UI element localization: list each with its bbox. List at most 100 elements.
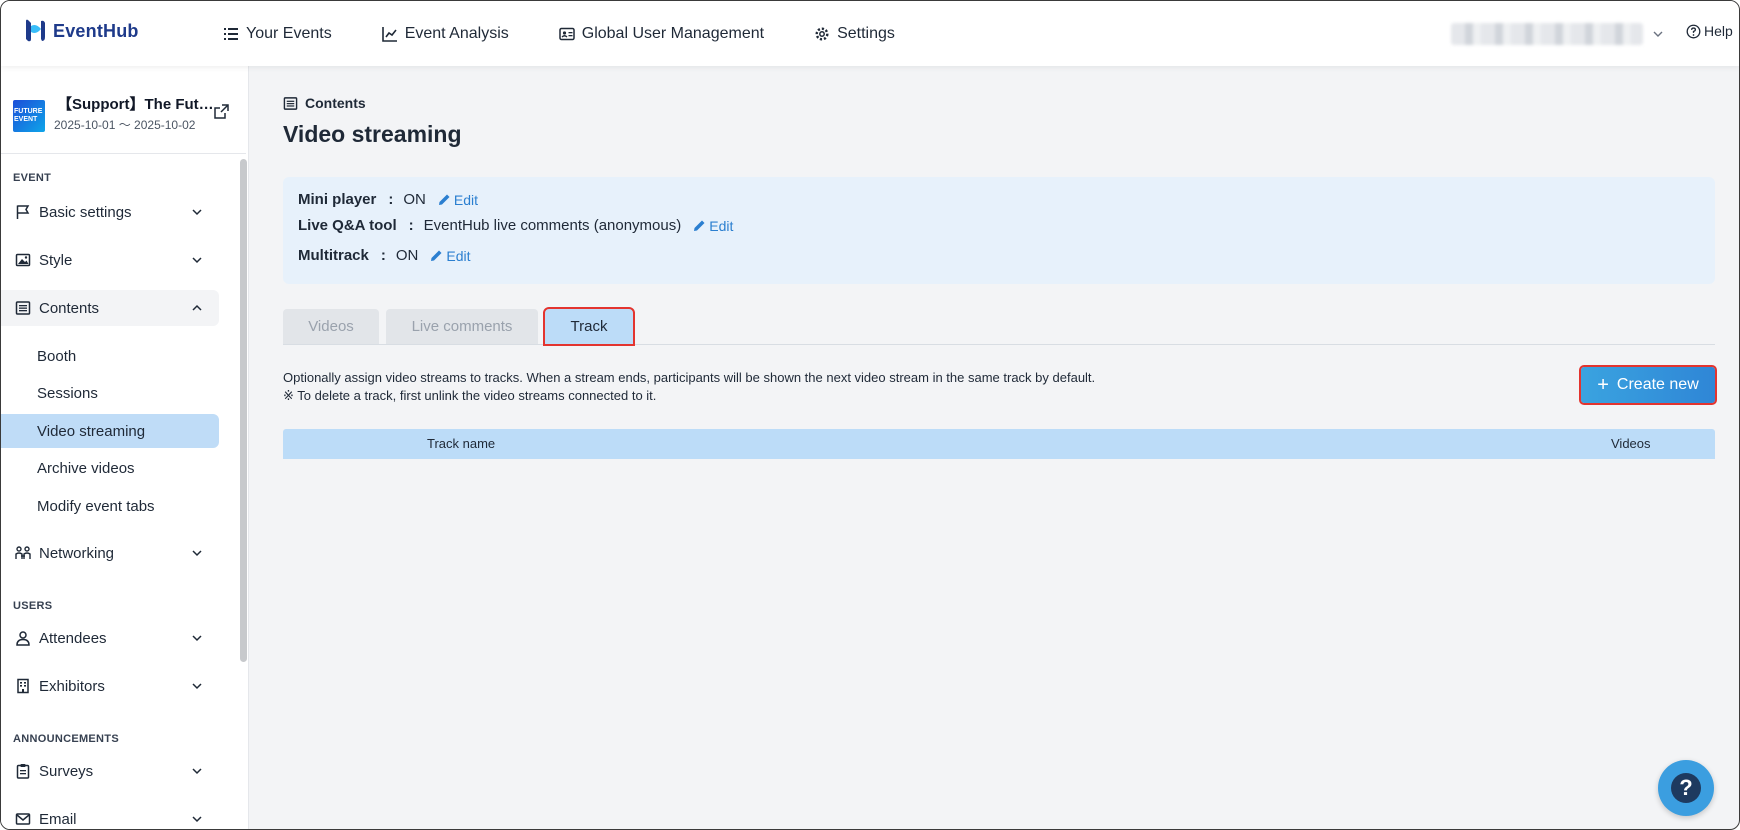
- column-header-track-name[interactable]: Track name: [427, 436, 495, 451]
- sidebar-subitem-sessions[interactable]: Sessions: [1, 376, 219, 410]
- setting-live-qa-tool: Live Q&A tool : EventHub live comments (…: [298, 217, 733, 234]
- sidebar-item-label: Exhibitors: [39, 677, 105, 695]
- pencil-icon: [438, 194, 450, 205]
- setting-mini-player: Mini player : ON Edit: [298, 191, 478, 208]
- sidebar-item-label: Attendees: [39, 629, 107, 647]
- sidebar-item-label: Contents: [39, 299, 100, 317]
- nav-settings[interactable]: Settings: [814, 25, 895, 43]
- sidebar-item-networking[interactable]: Networking: [1, 535, 219, 571]
- create-new-label: Create new: [1616, 376, 1699, 393]
- user-menu-blurred[interactable]: [1451, 23, 1643, 45]
- help-label: Help: [1704, 23, 1733, 39]
- networking-icon: [15, 546, 31, 559]
- sidebar-item-label: Email: [39, 810, 77, 828]
- sidebar-item-style[interactable]: Style: [1, 242, 219, 278]
- sidebar-item-contents[interactable]: Contents: [1, 290, 219, 326]
- streaming-settings-panel: Mini player : ON Edit Live Q&A tool : Ev…: [283, 177, 1715, 284]
- top-navbar: EventHub Your Events Event Analysis Glob…: [1, 1, 1739, 66]
- sidebar-item-label: Surveys: [39, 762, 94, 780]
- support-chat-button[interactable]: ?: [1658, 760, 1714, 816]
- chevron-down-icon: [192, 816, 202, 823]
- column-header-videos[interactable]: Videos: [1611, 436, 1651, 451]
- tab-videos[interactable]: Videos: [283, 309, 379, 344]
- setting-value: ON: [403, 191, 426, 208]
- chevron-up-icon: [192, 304, 202, 311]
- track-table-header: Track name Videos: [283, 429, 1715, 459]
- app-name: EventHub: [53, 20, 139, 41]
- clipboard-icon: [16, 764, 30, 779]
- tab-live-comments[interactable]: Live comments: [386, 309, 538, 344]
- sidebar-menu: EVENT Basic settings Style Contents Boot…: [1, 154, 237, 829]
- gear-icon: [815, 26, 829, 41]
- document-list-icon: [283, 96, 298, 110]
- content-tabs: Videos Live comments Track: [283, 307, 1715, 346]
- help-link[interactable]: Help: [1686, 23, 1733, 39]
- sidebar: FUTURE EVENT 【Support】The Future Event 2…: [1, 66, 249, 829]
- edit-mini-player-link[interactable]: Edit: [438, 192, 478, 208]
- nav-your-events[interactable]: Your Events: [223, 25, 332, 43]
- edit-label: Edit: [453, 191, 478, 208]
- sidebar-item-surveys[interactable]: Surveys: [1, 753, 219, 789]
- setting-label: Live Q&A tool: [298, 217, 397, 234]
- edit-live-qa-tool-link[interactable]: Edit: [693, 218, 733, 234]
- sidebar-scrollbar[interactable]: [240, 159, 247, 662]
- nav-global-user-management-label: Global User Management: [581, 24, 765, 42]
- section-label-announcements: ANNOUNCEMENTS: [13, 733, 119, 745]
- chevron-down-icon: [192, 635, 202, 642]
- external-link-icon[interactable]: [213, 103, 230, 120]
- description-line: Optionally assign video streams to track…: [283, 370, 1096, 385]
- flag-icon: [16, 205, 30, 219]
- sidebar-item-exhibitors[interactable]: Exhibitors: [1, 668, 219, 704]
- sidebar-subitem-booth[interactable]: Booth: [1, 339, 219, 373]
- sidebar-item-label: Basic settings: [39, 203, 132, 221]
- pencil-icon: [431, 250, 442, 261]
- sidebar-subitem-archive-videos[interactable]: Archive videos: [1, 451, 219, 485]
- track-description: Optionally assign video streams to track…: [283, 369, 1095, 405]
- section-label-users: USERS: [13, 600, 53, 612]
- nav-your-events-label: Your Events: [246, 24, 332, 42]
- event-dates: 2025-10-01 〜 2025-10-02: [54, 118, 196, 132]
- nav-global-user-management[interactable]: Global User Management: [559, 25, 764, 43]
- chevron-down-icon: [192, 209, 202, 216]
- nav-event-analysis-label: Event Analysis: [404, 24, 509, 42]
- list-icon: [224, 27, 238, 40]
- eventhub-logo[interactable]: EventHub: [23, 17, 139, 45]
- edit-label: Edit: [446, 247, 471, 264]
- main-content: Contents Video streaming Mini player : O…: [250, 66, 1739, 829]
- setting-value: EventHub live comments (anonymous): [423, 217, 682, 234]
- chevron-down-icon: [192, 550, 202, 557]
- chevron-down-icon: [192, 257, 202, 264]
- sidebar-item-attendees[interactable]: Attendees: [1, 620, 219, 656]
- setting-multitrack: Multitrack : ON Edit: [298, 247, 470, 264]
- image-icon: [15, 253, 31, 267]
- create-new-button[interactable]: + Create new: [1579, 365, 1717, 405]
- user-icon: [16, 631, 30, 646]
- app-window: EventHub Your Events Event Analysis Glob…: [0, 0, 1740, 830]
- setting-value: ON: [395, 247, 419, 264]
- building-icon: [17, 678, 29, 694]
- id-card-icon: [559, 27, 575, 40]
- setting-label: Multitrack: [298, 247, 369, 264]
- sidebar-item-label: Style: [39, 251, 73, 269]
- setting-colon: :: [388, 191, 394, 208]
- edit-multitrack-link[interactable]: Edit: [430, 248, 470, 264]
- pencil-icon: [694, 220, 705, 231]
- section-label-event: EVENT: [13, 172, 52, 184]
- description-note: ※ To delete a track, first unlink the vi…: [283, 388, 657, 403]
- document-list-icon: [15, 301, 31, 315]
- chevron-down-icon: [192, 683, 202, 690]
- tab-track[interactable]: Track: [543, 307, 635, 346]
- setting-colon: :: [380, 247, 386, 264]
- nav-settings-label: Settings: [837, 24, 895, 42]
- sidebar-item-email[interactable]: Email: [1, 801, 219, 829]
- help-circle-icon: [1686, 24, 1701, 38]
- plus-icon: +: [1597, 374, 1609, 396]
- sidebar-subitem-video-streaming[interactable]: Video streaming: [1, 414, 219, 448]
- event-thumbnail: FUTURE EVENT: [13, 100, 45, 132]
- nav-event-analysis[interactable]: Event Analysis: [381, 24, 509, 43]
- sidebar-subitem-modify-event-tabs[interactable]: Modify event tabs: [1, 489, 219, 523]
- event-header: FUTURE EVENT 【Support】The Future Event 2…: [13, 93, 237, 143]
- chevron-down-icon[interactable]: [1651, 27, 1665, 41]
- sidebar-item-basic-settings[interactable]: Basic settings: [1, 194, 219, 230]
- chevron-down-icon: [192, 768, 202, 775]
